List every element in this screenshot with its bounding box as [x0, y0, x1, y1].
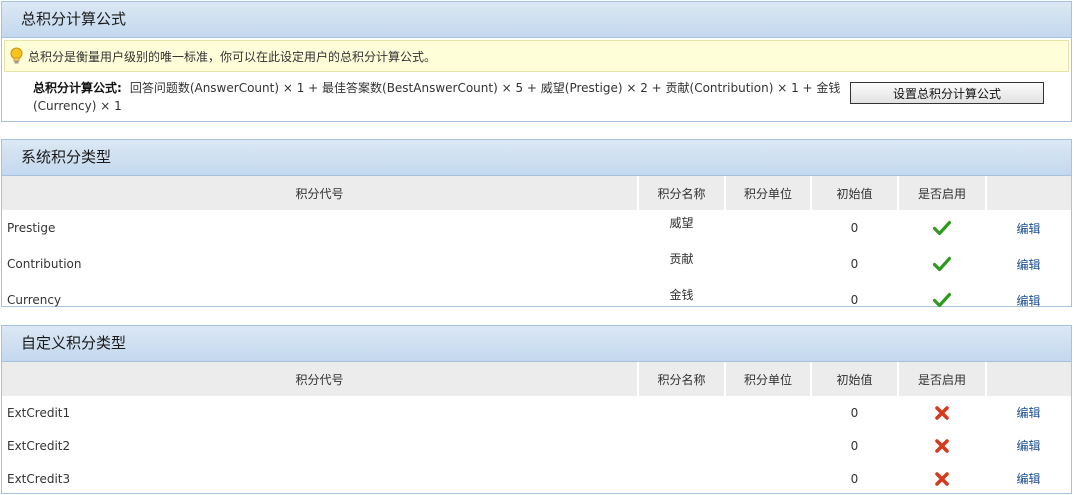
check-icon	[932, 292, 952, 308]
column-header-name: 积分名称	[638, 176, 726, 210]
credit-enabled	[898, 282, 986, 318]
credit-code: Contribution	[7, 257, 82, 271]
system-credit-panel: 系统积分类型 积分代号 积分名称 积分单位 初始值 是否启用 Prestige …	[1, 139, 1072, 308]
custom-credit-panel-title: 自定义积分类型	[2, 326, 1071, 362]
table-header-row: 积分代号 积分名称 积分单位 初始值 是否启用	[2, 362, 1071, 396]
credit-initial: 0	[850, 221, 859, 235]
credit-unit	[725, 210, 811, 246]
credit-name	[638, 429, 725, 462]
formula-panel: 总积分计算公式 总积分是衡量用户级别的唯一标准，你可以在此设定用户的总积分计算公…	[1, 1, 1072, 122]
column-header-actions	[986, 176, 1071, 210]
credit-code: Prestige	[7, 221, 56, 235]
column-header-name: 积分名称	[638, 362, 726, 396]
table-row: Contribution 贡献 0 编辑	[2, 246, 1071, 282]
edit-link[interactable]: 编辑	[1016, 258, 1040, 272]
formula-tip: 总积分是衡量用户级别的唯一标准，你可以在此设定用户的总积分计算公式。	[4, 40, 1069, 72]
edit-cell: 编辑	[986, 282, 1071, 318]
credit-code: Currency	[7, 293, 62, 307]
formula-panel-title: 总积分计算公式	[2, 2, 1071, 38]
credit-enabled	[898, 210, 986, 246]
lightbulb-icon	[9, 47, 24, 65]
credit-initial: 0	[850, 471, 859, 486]
credit-name: 贡献	[669, 252, 694, 266]
credit-unit	[725, 462, 811, 495]
edit-cell: 编辑	[986, 396, 1071, 429]
edit-cell: 编辑	[986, 246, 1071, 282]
formula-text: 总积分计算公式: 回答问题数(AnswerCount) × 1 + 最佳答案数(B…	[33, 79, 841, 115]
credit-name	[638, 462, 725, 495]
formula-tip-text: 总积分是衡量用户级别的唯一标准，你可以在此设定用户的总积分计算公式。	[28, 49, 437, 64]
column-header-enabled: 是否启用	[898, 362, 987, 396]
check-icon	[932, 256, 952, 272]
check-icon	[932, 220, 952, 236]
credit-enabled	[898, 396, 986, 429]
credit-unit	[725, 429, 811, 462]
credit-code: ExtCredit1	[7, 405, 71, 420]
custom-credit-panel: 自定义积分类型 积分代号 积分名称 积分单位 初始值 是否启用 ExtCredi…	[1, 325, 1072, 494]
table-header-row: 积分代号 积分名称 积分单位 初始值 是否启用	[2, 176, 1071, 210]
column-header-enabled: 是否启用	[898, 176, 987, 210]
table-row: Prestige 威望 0 编辑	[2, 210, 1071, 246]
table-row: ExtCredit3 0 编辑	[2, 462, 1071, 495]
edit-cell: 编辑	[986, 210, 1071, 246]
credit-name	[638, 396, 725, 429]
column-header-code: 积分代号	[2, 176, 639, 210]
credit-initial: 0	[850, 293, 859, 307]
credit-unit	[725, 396, 811, 429]
credit-enabled	[898, 246, 986, 282]
edit-link[interactable]: 编辑	[1016, 222, 1040, 236]
credit-code: ExtCredit3	[7, 471, 71, 486]
system-credit-panel-title: 系统积分类型	[2, 140, 1071, 176]
credit-unit	[725, 246, 811, 282]
table-row: ExtCredit2 0 编辑	[2, 429, 1071, 462]
edit-cell: 编辑	[986, 429, 1071, 462]
formula-label: 总积分计算公式:	[33, 81, 122, 95]
cross-icon	[933, 438, 951, 454]
formula-expression: 回答问题数(AnswerCount) × 1 + 最佳答案数(BestAnswe…	[33, 81, 841, 113]
edit-cell: 编辑	[986, 462, 1071, 495]
credit-unit	[725, 282, 811, 318]
system-credit-table: 积分代号 积分名称 积分单位 初始值 是否启用 Prestige 威望 0 编辑…	[2, 176, 1071, 318]
credit-code: ExtCredit2	[7, 438, 71, 453]
edit-link[interactable]: 编辑	[1016, 472, 1040, 486]
table-row: ExtCredit1 0 编辑	[2, 396, 1071, 429]
column-header-initial: 初始值	[811, 176, 899, 210]
column-header-unit: 积分单位	[725, 176, 812, 210]
set-formula-button[interactable]: 设置总积分计算公式	[850, 82, 1044, 104]
credit-initial: 0	[850, 405, 859, 420]
credit-initial: 0	[850, 438, 859, 453]
credit-enabled	[898, 462, 986, 495]
edit-link[interactable]: 编辑	[1016, 294, 1040, 308]
credit-name: 威望	[669, 216, 694, 230]
table-row: Currency 金钱 0 编辑	[2, 282, 1071, 318]
cross-icon	[933, 405, 951, 421]
column-header-unit: 积分单位	[725, 362, 812, 396]
credit-name: 金钱	[669, 288, 694, 302]
column-header-actions	[986, 362, 1071, 396]
column-header-initial: 初始值	[811, 362, 899, 396]
column-header-code: 积分代号	[2, 362, 639, 396]
formula-row: 总积分计算公式: 回答问题数(AnswerCount) × 1 + 最佳答案数(B…	[2, 72, 1071, 120]
cross-icon	[933, 471, 951, 487]
edit-link[interactable]: 编辑	[1016, 439, 1040, 453]
credit-enabled	[898, 429, 986, 462]
custom-credit-table: 积分代号 积分名称 积分单位 初始值 是否启用 ExtCredit1 0 编辑 …	[2, 362, 1071, 495]
credit-initial: 0	[850, 257, 859, 271]
edit-link[interactable]: 编辑	[1016, 406, 1040, 420]
